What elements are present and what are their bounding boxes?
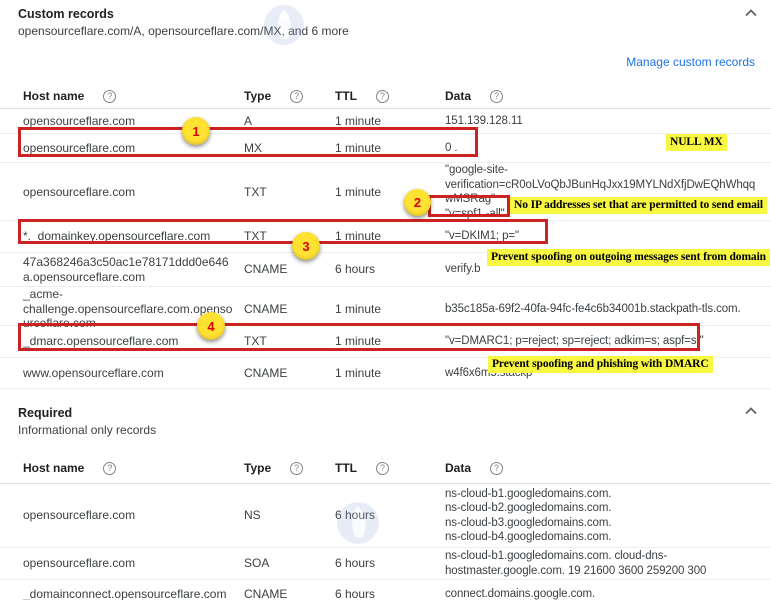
record-ttl: 1 minute: [335, 141, 445, 156]
record-host: www.opensourceflare.com: [23, 366, 244, 381]
table-row-soa-record: opensourceflare.com SOA 6 hours ns-cloud…: [0, 548, 771, 580]
record-ttl: 1 minute: [335, 366, 445, 381]
record-ttl: 1 minute: [335, 114, 445, 129]
record-type: MX: [244, 141, 335, 156]
record-ttl: 1 minute: [335, 185, 445, 200]
record-data: "v=DMARC1; p=reject; sp=reject; adkim=s;…: [445, 334, 755, 349]
col-type-label: Type: [244, 461, 271, 475]
record-type: CNAME: [244, 366, 335, 381]
record-type: TXT: [244, 185, 335, 200]
table-row-domainconnect-record: _domainconnect.opensourceflare.com CNAME…: [0, 580, 771, 600]
col-type-label: Type: [244, 89, 271, 103]
record-type: TXT: [244, 334, 335, 349]
required-table-header: Host name? Type? TTL? Data?: [0, 453, 771, 484]
help-icon[interactable]: ?: [103, 90, 116, 103]
col-data-label: Data: [445, 461, 471, 475]
record-data: 0 .: [445, 141, 755, 156]
table-row-dkim-record: *._domainkey.opensourceflare.com TXT 1 m…: [0, 221, 771, 253]
record-host: _acme- challenge.opensourceflare.com.ope…: [23, 287, 244, 331]
help-icon[interactable]: ?: [290, 462, 303, 475]
record-host: opensourceflare.com: [23, 508, 244, 523]
col-ttl-label: TTL: [335, 461, 357, 475]
record-data: "google-site- verification=cR0oLVoQbJBun…: [445, 163, 755, 221]
help-icon[interactable]: ?: [103, 462, 116, 475]
record-data: w4f6x6m5.stackp: [445, 366, 755, 381]
col-ttl-label: TTL: [335, 89, 357, 103]
record-type: NS: [244, 508, 335, 523]
custom-table-header: Host name? Type? TTL? Data?: [0, 84, 771, 109]
section-title: Custom records: [18, 6, 755, 23]
record-type: SOA: [244, 556, 335, 571]
section-subtitle: Informational only records: [18, 422, 755, 439]
record-ttl: 1 minute: [335, 334, 445, 349]
help-icon[interactable]: ?: [490, 462, 503, 475]
table-row-a-record: opensourceflare.com A 1 minute 151.139.1…: [0, 109, 771, 134]
record-data: verify.b: [445, 262, 755, 277]
record-data: 151.139.128.11: [445, 114, 755, 129]
record-host: _domainconnect.opensourceflare.com: [23, 587, 244, 600]
table-row-ns-record: opensourceflare.com NS 6 hours ns-cloud-…: [0, 484, 771, 548]
custom-records-header: Custom records opensourceflare.com/A, op…: [0, 0, 771, 40]
record-type: CNAME: [244, 262, 335, 277]
required-records-header: Required Informational only records: [0, 389, 771, 439]
table-row-mx-record: opensourceflare.com MX 1 minute 0 .: [0, 134, 771, 163]
record-host: opensourceflare.com: [23, 556, 244, 571]
record-host: *._domainkey.opensourceflare.com: [23, 229, 244, 244]
record-data: "v=DKIM1; p=": [445, 229, 755, 244]
help-icon[interactable]: ?: [490, 90, 503, 103]
record-ttl: 6 hours: [335, 556, 445, 571]
section-title: Required: [18, 405, 755, 422]
record-data: ns-cloud-b1.googledomains.com. cloud-dns…: [445, 549, 755, 578]
record-ttl: 1 minute: [335, 302, 445, 317]
record-type: CNAME: [244, 302, 335, 317]
watermark-logo-top: [263, 3, 305, 47]
col-data-label: Data: [445, 89, 471, 103]
manage-custom-records-link[interactable]: Manage custom records: [626, 55, 755, 69]
table-row-dmarc-record: _dmarc.opensourceflare.com TXT 1 minute …: [0, 326, 771, 358]
record-data: connect.domains.google.com.: [445, 587, 755, 600]
record-type: TXT: [244, 229, 335, 244]
table-row-acme-cname-record: _acme- challenge.opensourceflare.com.ope…: [0, 287, 771, 326]
record-host: opensourceflare.com: [23, 114, 244, 129]
col-host-label: Host name: [23, 89, 84, 103]
record-ttl: 6 hours: [335, 587, 445, 600]
record-host: opensourceflare.com: [23, 141, 244, 156]
record-host: opensourceflare.com: [23, 185, 244, 200]
record-type: CNAME: [244, 587, 335, 600]
help-icon[interactable]: ?: [376, 90, 389, 103]
manage-link-row: Manage custom records: [0, 53, 771, 69]
collapse-chevron-icon[interactable]: [743, 5, 759, 21]
record-type: A: [244, 114, 335, 129]
record-ttl: 1 minute: [335, 229, 445, 244]
record-ttl: 6 hours: [335, 262, 445, 277]
collapse-chevron-icon[interactable]: [743, 403, 759, 419]
table-row-verify-cname-record: 47a368246a3c50ac1e78171ddd0e646 a.openso…: [0, 253, 771, 287]
watermark-logo-bottom: [336, 500, 380, 546]
section-subtitle: opensourceflare.com/A, opensourceflare.c…: [18, 23, 755, 40]
help-icon[interactable]: ?: [290, 90, 303, 103]
table-row-txt-spf-record: opensourceflare.com TXT 1 minute "google…: [0, 163, 771, 221]
dns-records-page: Custom records opensourceflare.com/A, op…: [0, 0, 771, 600]
record-data: ns-cloud-b1.googledomains.com. ns-cloud-…: [445, 487, 755, 545]
record-host: _dmarc.opensourceflare.com: [23, 334, 244, 349]
col-host-label: Host name: [23, 461, 84, 475]
record-data: b35c185a-69f2-40fa-94fc-fe4c6b34001b.sta…: [445, 302, 755, 317]
help-icon[interactable]: ?: [376, 462, 389, 475]
record-host: 47a368246a3c50ac1e78171ddd0e646 a.openso…: [23, 255, 244, 284]
table-row-www-cname-record: www.opensourceflare.com CNAME 1 minute w…: [0, 358, 771, 389]
